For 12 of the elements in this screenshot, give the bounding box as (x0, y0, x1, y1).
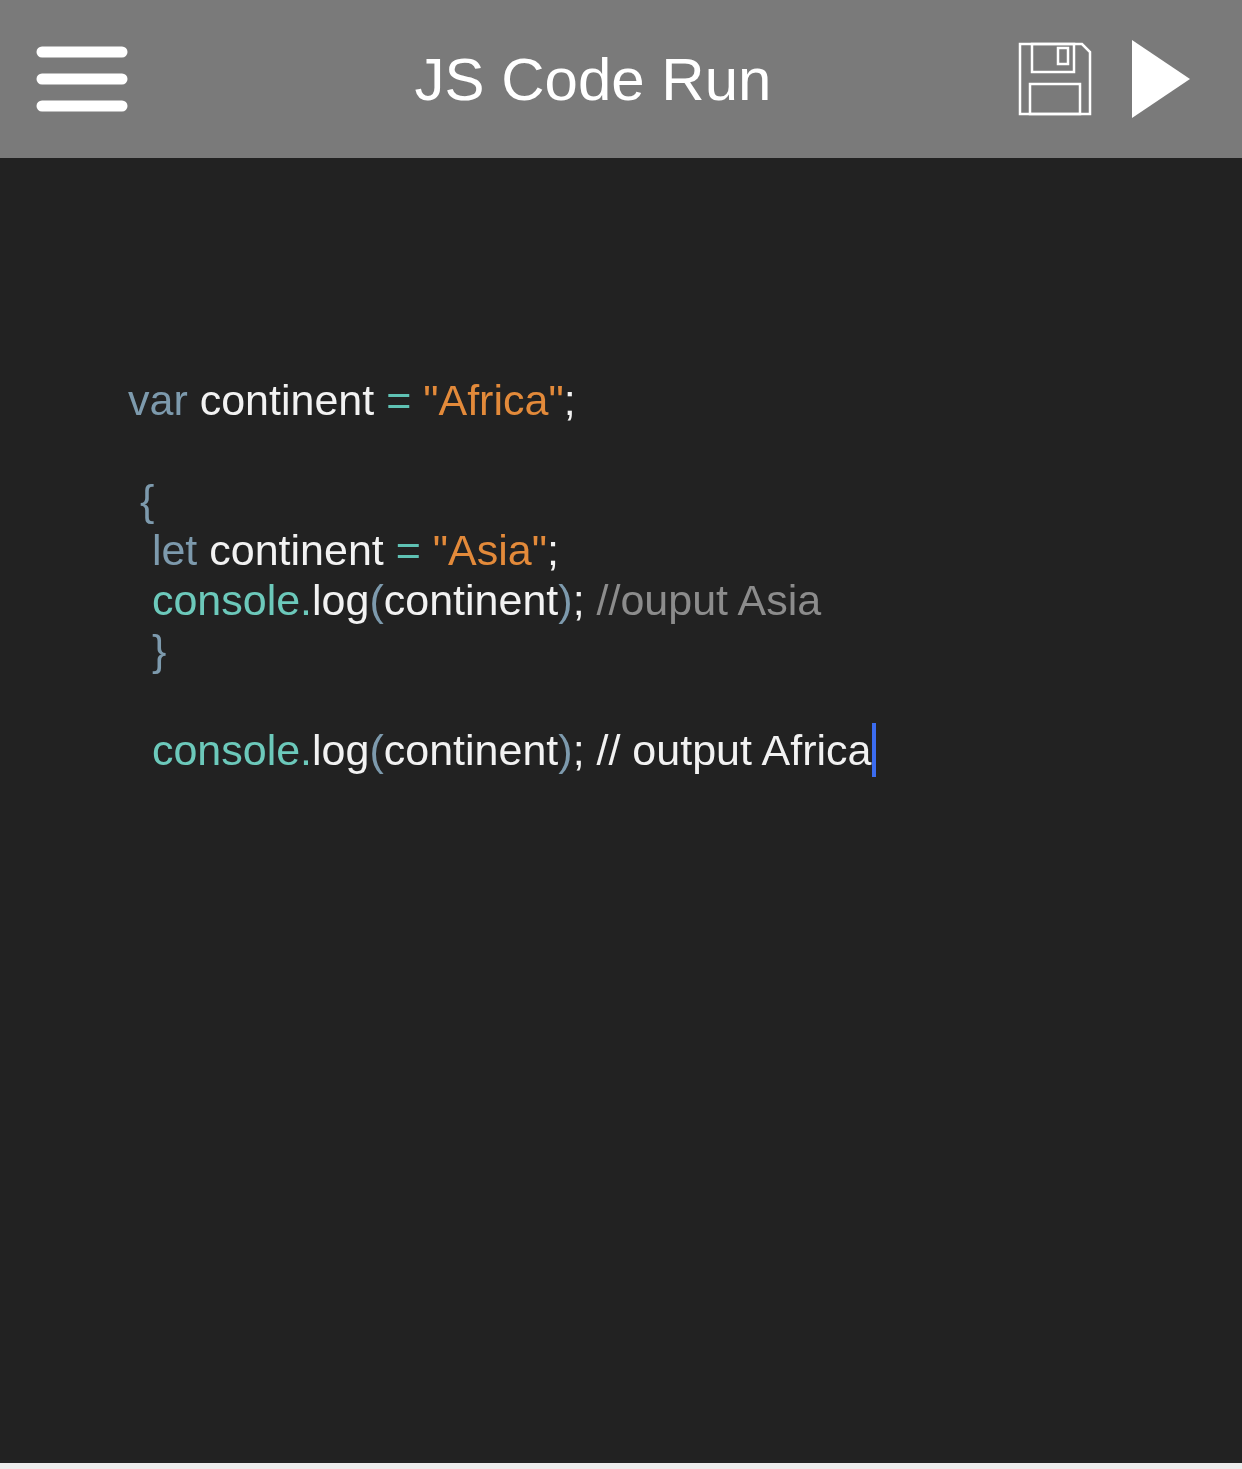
code-line: } (150, 625, 167, 675)
menu-icon (36, 46, 128, 112)
code-line: var continent = "Africa"; (128, 375, 576, 425)
run-button[interactable] (1130, 38, 1192, 120)
code-line: console.log(continent); //ouput Asia (150, 575, 822, 625)
code-line: let continent = "Asia"; (150, 525, 559, 575)
code-line: { (138, 475, 155, 525)
play-icon (1130, 38, 1192, 120)
app-title: JS Code Run (413, 44, 773, 114)
code-line: console.log(continent); // output Africa (150, 725, 872, 775)
menu-button[interactable] (36, 46, 128, 112)
save-button[interactable] (1018, 42, 1092, 116)
